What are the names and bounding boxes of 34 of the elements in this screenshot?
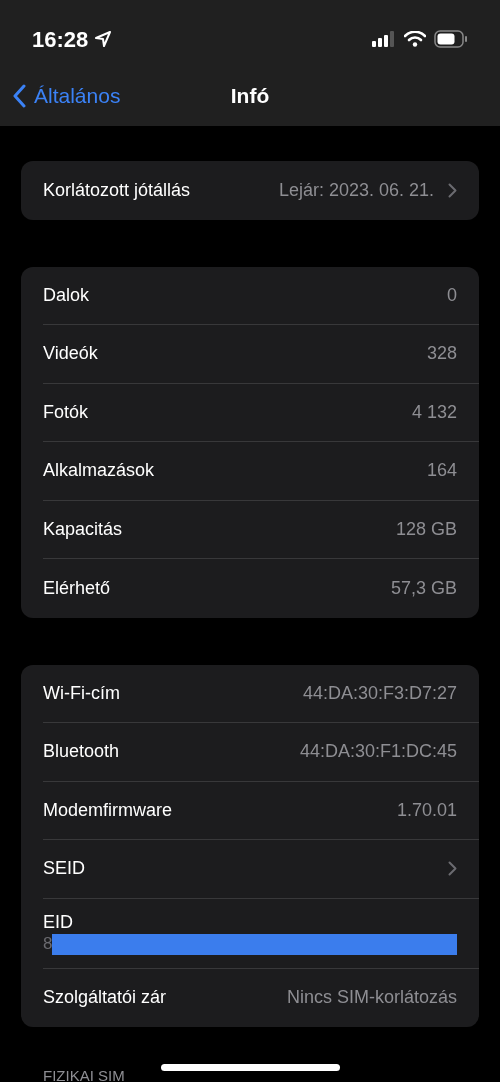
row-label: SEID: [43, 857, 85, 881]
row-label: Bluetooth: [43, 740, 120, 764]
row-label: EID: [43, 911, 74, 933]
row-value: 164: [426, 459, 457, 483]
page-title: Infó: [230, 83, 270, 110]
row-value: 328: [426, 342, 457, 366]
row-value: Lejár: 2023. 06. 21.: [278, 178, 434, 202]
row-label: Korlátozott jótállás: [43, 178, 191, 202]
back-chevron-icon: [12, 84, 26, 108]
row-label: Videók: [43, 342, 98, 366]
row-value: 44:DA:30:F1:DC:45: [299, 740, 457, 764]
row-value: 57,3 GB: [390, 576, 457, 600]
status-time: 16:28: [32, 25, 89, 54]
row-value: Nincs SIM-korlátozás: [286, 986, 457, 1010]
row-value: 4 132: [411, 400, 457, 424]
row-value: 0: [447, 283, 457, 307]
row-label: Modemfirmware: [43, 798, 173, 822]
row-label: Alkalmazások: [43, 459, 155, 483]
location-arrow-icon: [94, 30, 113, 48]
signal-icon: [372, 31, 396, 47]
row-label: Dalok: [43, 283, 90, 307]
row-value: 128 GB: [395, 517, 457, 541]
row-value: 44:DA:30:F3:D7:27: [302, 681, 457, 705]
row-label: Elérhető: [43, 576, 111, 600]
battery-icon: [434, 30, 468, 48]
row-label: Szolgáltatói zár: [43, 986, 167, 1010]
back-button[interactable]: Általános: [0, 80, 121, 112]
row-label: Wi-Fi-cím: [43, 681, 120, 705]
row-value: 8: [43, 933, 53, 956]
row-value: 1.70.01: [396, 798, 457, 822]
row-label: Kapacitás: [43, 517, 123, 541]
row-label: Fotók: [43, 400, 89, 424]
section-header: FIZIKAI SIM: [43, 1067, 125, 1082]
wifi-icon: [404, 31, 426, 47]
